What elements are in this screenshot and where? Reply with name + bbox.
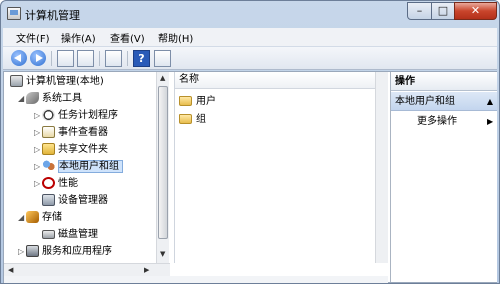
device-manager-icon [42, 194, 55, 206]
tree-item-label: 磁盘管理 [58, 229, 98, 240]
folder-icon [179, 114, 192, 124]
more-actions-label: 更多操作 [417, 116, 457, 127]
window-title: 计算机管理 [25, 9, 80, 22]
toolbar: ? [3, 46, 497, 70]
tools-icon [26, 92, 39, 104]
actions-header: 操作 [391, 72, 497, 91]
performance-icon [42, 177, 55, 189]
collapsed-triangle-icon[interactable]: ▷ [34, 176, 42, 192]
list-item-label: 组 [196, 114, 206, 125]
menu-bar: 文件(F) 操作(A) 查看(V) 帮助(H) [3, 28, 497, 46]
tree-item-label: 设备管理器 [58, 195, 108, 206]
menu-help[interactable]: 帮助(H) [158, 30, 193, 45]
tree-item-label: 服务和应用程序 [42, 246, 112, 257]
list-item-groups[interactable]: 组 [179, 112, 206, 128]
actions-section-label: 本地用户和组 [395, 96, 455, 107]
tree-vertical-scrollbar[interactable]: ▲ ▼ [156, 72, 169, 263]
collapsed-triangle-icon[interactable]: ▷ [34, 125, 42, 141]
folder-icon [179, 96, 192, 106]
menu-file[interactable]: 文件(F) [16, 30, 50, 45]
tree-item-event-viewer[interactable]: ▷ 事件查看器 [34, 125, 108, 141]
tree-horizontal-scrollbar[interactable]: ◀ ▶ [4, 263, 170, 276]
show-hide-action-pane-icon[interactable] [154, 50, 171, 67]
tree-item-label: 性能 [58, 178, 78, 189]
up-folder-icon[interactable] [57, 50, 74, 67]
tree-item-label: 任务计划程序 [58, 110, 118, 121]
storage-icon [26, 211, 39, 223]
tree-item-system-tools[interactable]: ◢ 系统工具 [18, 91, 82, 107]
event-viewer-icon [42, 126, 55, 138]
scroll-up-arrow-icon[interactable]: ▲ [160, 74, 165, 82]
name-column-header[interactable]: 名称 [175, 72, 388, 89]
menu-action[interactable]: 操作(A) [61, 30, 96, 45]
tree-item-disk-management[interactable]: 磁盘管理 [42, 227, 98, 243]
menu-view[interactable]: 查看(V) [110, 30, 145, 45]
toolbar-separator [51, 51, 52, 66]
computer-management-window: 计算机管理 – □ ✕ 文件(F) 操作(A) 查看(V) 帮助(H) ? 计算… [0, 0, 500, 284]
tree-item-services-and-applications[interactable]: ▷ 服务和应用程序 [18, 244, 112, 260]
services-icon [26, 245, 39, 257]
show-hide-tree-icon[interactable] [77, 50, 94, 67]
help-icon[interactable]: ? [133, 50, 150, 67]
tree-item-label: 共享文件夹 [58, 144, 108, 155]
maximize-button[interactable]: □ [431, 2, 455, 20]
expanded-triangle-icon[interactable]: ◢ [18, 210, 26, 226]
forward-arrow-icon[interactable] [30, 50, 46, 66]
back-arrow-icon[interactable] [11, 50, 27, 66]
tree-item-storage[interactable]: ◢ 存储 [18, 210, 62, 226]
toolbar-separator [127, 51, 128, 66]
console-tree: 计算机管理(本地) ◢ 系统工具 ▷ 任务计划程序 ▷ 事件查看器 ▷ 共享文件夹 ▷ 本… [4, 72, 170, 263]
tree-item-device-manager[interactable]: 设备管理器 [42, 193, 108, 209]
collapsed-triangle-icon[interactable]: ▷ [34, 108, 42, 124]
actions-section-local-users-and-groups[interactable]: 本地用户和组 ▲ [391, 92, 497, 111]
close-button[interactable]: ✕ [454, 2, 497, 20]
main-content: 计算机管理(本地) ◢ 系统工具 ▷ 任务计划程序 ▷ 事件查看器 ▷ 共享文件夹 ▷ 本… [3, 71, 497, 283]
expanded-triangle-icon[interactable]: ◢ [18, 91, 26, 107]
tree-item-label: 事件查看器 [58, 127, 108, 138]
computer-icon [10, 75, 23, 87]
tree-item-local-users-and-groups[interactable]: ▷ 本地用户和组 [34, 159, 123, 175]
tree-item-performance[interactable]: ▷ 性能 [34, 176, 78, 192]
collapsed-triangle-icon[interactable]: ▷ [34, 159, 42, 175]
scroll-left-arrow-icon[interactable]: ◀ [8, 266, 13, 274]
scrollbar-thumb[interactable] [158, 86, 168, 239]
collapsed-triangle-icon[interactable]: ▷ [34, 142, 42, 158]
clock-icon [42, 109, 55, 121]
toolbar-separator [99, 51, 100, 66]
list-vertical-scrollbar[interactable] [375, 72, 388, 263]
shared-folder-icon [42, 143, 55, 155]
submenu-arrow-icon: ▶ [487, 117, 494, 126]
actions-pane: 操作 本地用户和组 ▲ 更多操作 ▶ [390, 72, 497, 282]
users-icon [42, 160, 55, 172]
tree-item-label: 存储 [42, 212, 62, 223]
list-item-users[interactable]: 用户 [179, 94, 216, 110]
tree-item-label: 系统工具 [42, 93, 82, 104]
list-pane: 名称 用户 组 [174, 72, 388, 263]
tree-item-computer-management[interactable]: 计算机管理(本地) [10, 74, 104, 90]
scroll-down-arrow-icon[interactable]: ▼ [160, 250, 165, 258]
export-list-icon[interactable] [105, 50, 122, 67]
list-item-label: 用户 [196, 96, 216, 107]
tree-item-label: 计算机管理(本地) [26, 76, 104, 87]
tree-item-shared-folders[interactable]: ▷ 共享文件夹 [34, 142, 108, 158]
disk-icon [42, 229, 55, 239]
title-bar: 计算机管理 – □ ✕ [1, 1, 499, 28]
computer-management-icon [7, 7, 21, 20]
collapse-triangle-icon[interactable]: ▲ [487, 92, 493, 111]
minimize-button[interactable]: – [407, 2, 432, 20]
status-bar [4, 276, 388, 283]
more-actions-item[interactable]: 更多操作 ▶ [417, 115, 493, 129]
collapsed-triangle-icon[interactable]: ▷ [18, 244, 26, 260]
tree-item-label: 本地用户和组 [58, 160, 123, 173]
tree-item-task-scheduler[interactable]: ▷ 任务计划程序 [34, 108, 118, 124]
scroll-right-arrow-icon[interactable]: ▶ [144, 266, 149, 274]
